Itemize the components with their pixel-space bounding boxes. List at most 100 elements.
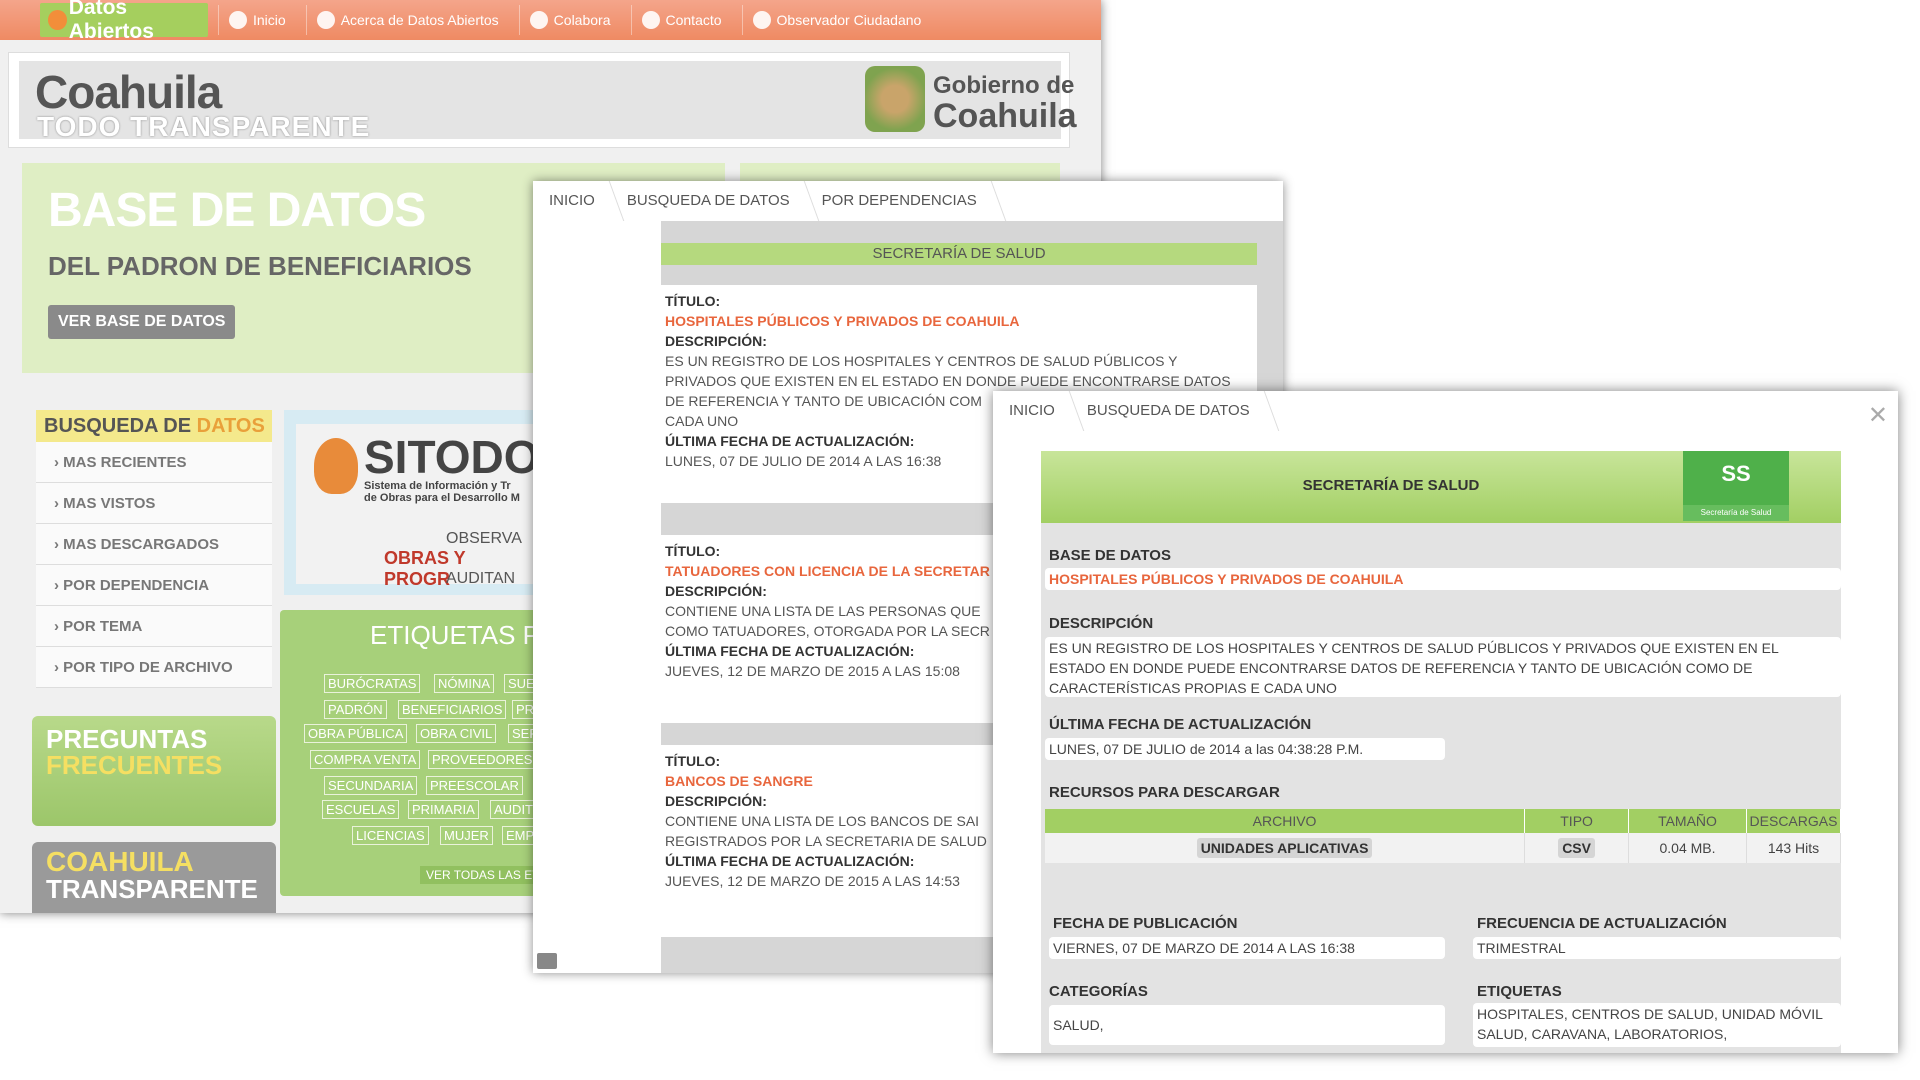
nav-observador[interactable]: Observador Ciudadano [741, 5, 932, 35]
menu-label: POR TEMA [63, 618, 143, 635]
file-link[interactable]: UNIDADES APLICATIVAS [1196, 838, 1373, 858]
header-inner: Coahuila TODO TRANSPARENTE Gobierno de C… [19, 61, 1077, 142]
desc-value: ES UN REGISTRO DE LOS HOSPITALES Y CENTR… [1045, 637, 1841, 697]
update-value: LUNES, 07 DE JULIO de 2014 a las 04:38:2… [1045, 738, 1445, 760]
paw-icon [529, 11, 548, 29]
menu-por-dependencia[interactable]: › POR DEPENDENCIA [36, 565, 272, 606]
menu-label: MAS DESCARGADOS [63, 536, 220, 553]
tag-chip[interactable]: PADRÓN [324, 700, 387, 719]
tags-label: ETIQUETAS [1477, 983, 1562, 1000]
top-navigation: Datos Abiertos Inicio Acerca de Datos Ab… [0, 0, 1101, 43]
home-icon [229, 11, 247, 29]
tag-chip[interactable]: PROVEEDORES [428, 750, 537, 769]
busqueda-header: BUSQUEDA DE DATOS [36, 410, 272, 442]
col-descargas: DESCARGAS [1746, 809, 1842, 833]
busqueda-title: BUSQUEDA DE [44, 415, 192, 437]
resources-label: RECURSOS PARA DESCARGAR [1049, 784, 1280, 801]
logo-mark-icon [48, 10, 67, 30]
gobierno-logo[interactable]: Gobierno de Coahuila [933, 71, 1077, 133]
sitodo-inner: SITODO Sistema de Información y Tr de Ob… [296, 424, 540, 589]
banner-title: BASE DE DATOS [48, 184, 426, 237]
badge-abbr: SS [1721, 461, 1751, 486]
left-gutter [533, 221, 661, 973]
nav-label: Acerca de Datos Abiertos [340, 12, 499, 28]
busqueda-title-accent: DATOS [196, 415, 265, 437]
tag-chip[interactable]: PREESCOLAR [426, 776, 523, 795]
nav-label: Inicio [253, 12, 286, 28]
sitodo-auditan: AUDITAN [446, 570, 516, 587]
nav-label: Observador Ciudadano [776, 12, 922, 28]
sitodo-banner[interactable]: SITODO Sistema de Información y Tr de Ob… [284, 410, 540, 595]
print-icon[interactable] [537, 953, 557, 969]
busqueda-menu: › MAS RECIENTES › MAS VISTOS › MAS DESCA… [36, 442, 272, 688]
nav-label: Colabora [553, 12, 611, 28]
close-icon[interactable]: ✕ [1868, 401, 1888, 430]
tag-chip[interactable]: PRIMARIA [408, 800, 479, 819]
tag-chip[interactable]: SECUNDARIA [324, 776, 418, 795]
tags-value: HOSPITALES, CENTROS DE SALUD, UNIDAD MÓV… [1473, 1003, 1841, 1047]
record-desc: PRIVADOS QUE EXISTEN EN EL ESTADO EN DON… [665, 373, 1231, 389]
record-title[interactable]: HOSPITALES PÚBLICOS Y PRIVADOS DE COAHUI… [665, 311, 1253, 331]
tag-chip[interactable]: OBRA CIVIL [416, 724, 497, 743]
menu-mas-descargados[interactable]: › MAS DESCARGADOS [36, 524, 272, 565]
tag-chip[interactable]: NÓMINA [434, 674, 494, 693]
site-subtitle: TODO TRANSPARENTE [37, 111, 371, 142]
col-archivo: ARCHIVO [1045, 809, 1526, 833]
preguntas-frecuentes-banner[interactable]: PREGUNTAS FRECUENTES [32, 716, 276, 826]
col-tamano: TAMAÑO [1628, 809, 1747, 833]
menu-mas-recientes[interactable]: › MAS RECIENTES [36, 442, 272, 483]
base-value: HOSPITALES PÚBLICOS Y PRIVADOS DE COAHUI… [1045, 568, 1841, 590]
tag-chip[interactable]: LICENCIAS [352, 826, 429, 845]
update-label: ÚLTIMA FECHA DE ACTUALIZACIÓN [1049, 716, 1312, 733]
tag-chip[interactable]: BENEFICIARIOS [398, 700, 507, 719]
detail-window: INICIO BUSQUEDA DE DATOS ✕ SECRETARÍA DE… [993, 391, 1898, 1053]
cat-value: SALUD, [1049, 1005, 1445, 1045]
nav-colabora[interactable]: Colabora [518, 5, 621, 35]
menu-por-tipo[interactable]: › POR TIPO DE ARCHIVO [36, 647, 272, 688]
coahuila-transparente-banner[interactable]: COAHUILA TRANSPARENTE [32, 842, 276, 913]
ver-todas-button[interactable]: VER TODAS LAS ET [420, 866, 546, 884]
titulo-label: TÍTULO: [665, 293, 721, 309]
crumb-busqueda[interactable]: BUSQUEDA DE DATOS [1071, 391, 1266, 431]
cell-tamano: 0.04 MB. [1628, 833, 1747, 863]
tag-chip[interactable]: ESCUELAS [322, 800, 400, 819]
crumb-busqueda[interactable]: BUSQUEDA DE DATOS [611, 181, 806, 221]
pub-value: VIERNES, 07 DE MARZO DE 2014 A LAS 16:38 [1049, 937, 1445, 959]
sitodo-sub2: de Obras para el Desarrollo M [364, 492, 520, 504]
menu-label: MAS RECIENTES [63, 454, 187, 471]
menu-label: POR DEPENDENCIA [63, 577, 210, 594]
faq-line2: FRECUENTES [46, 750, 223, 780]
nav-inicio[interactable]: Inicio [218, 5, 296, 35]
ver-base-button[interactable]: VER BASE DE DATOS [48, 305, 236, 339]
datos-abiertos-logo[interactable]: Datos Abiertos [40, 0, 208, 43]
tag-chip[interactable]: MUJER [440, 826, 493, 845]
tag-chip[interactable]: OBRA PÚBLICA [304, 724, 408, 743]
menu-por-tema[interactable]: › POR TEMA [36, 606, 272, 647]
freq-value: TRIMESTRAL [1473, 937, 1841, 959]
tag-chip[interactable]: BURÓCRATAS [324, 674, 421, 693]
nav-acerca[interactable]: Acerca de Datos Abiertos [305, 5, 509, 35]
menu-mas-vistos[interactable]: › MAS VISTOS [36, 483, 272, 524]
dependency-header: SECRETARÍA DE SALUD [661, 243, 1257, 265]
descripcion-label: DESCRIPCIÓN: [665, 333, 767, 349]
dependency-title: SECRETARÍA DE SALUD [1302, 477, 1480, 494]
banner-subtitle: DEL PADRON DE BENEFICIARIOS [48, 251, 472, 281]
nav-label: Contacto [665, 12, 722, 28]
crumb-inicio[interactable]: INICIO [533, 181, 611, 221]
col-tipo: TIPO [1524, 809, 1630, 833]
table-row: UNIDADES APLICATIVAS CSV 0.04 MB. 143 Hi… [1045, 833, 1842, 863]
eye-icon [752, 11, 771, 29]
cell-tipo: CSV [1524, 833, 1630, 863]
cell-archivo[interactable]: UNIDADES APLICATIVAS [1045, 833, 1526, 863]
cell-descargas: 143 Hits [1746, 833, 1842, 863]
nav-contacto[interactable]: Contacto [630, 5, 732, 35]
crumb-dependencias[interactable]: POR DEPENDENCIAS [806, 181, 993, 221]
breadcrumb: INICIO BUSQUEDA DE DATOS [993, 391, 1266, 431]
crumb-inicio[interactable]: INICIO [993, 391, 1071, 431]
resources-table: ARCHIVO TIPO TAMAÑO DESCARGAS UNIDADES A… [1045, 809, 1842, 863]
tag-chip[interactable]: COMPRA VENTA [310, 750, 421, 769]
sitodo-title: SITODO [364, 431, 540, 483]
pub-label: FECHA DE PUBLICACIÓN [1053, 915, 1238, 932]
database-icon [316, 11, 335, 29]
sitodo-sub1: Sistema de Información y Tr [364, 480, 511, 492]
